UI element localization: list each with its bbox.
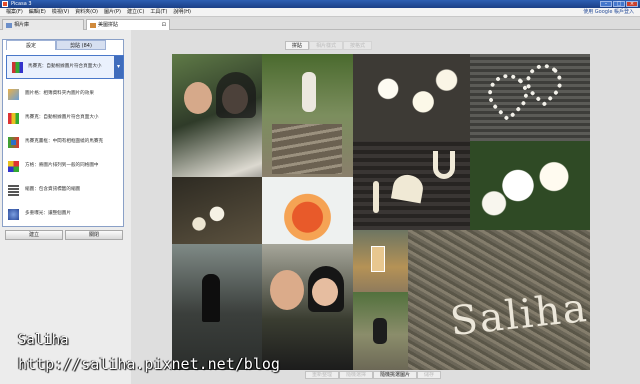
photo-jelly-bowl[interactable] [262, 177, 353, 244]
mosaic-icon [12, 62, 23, 73]
collage-type-select[interactable]: 馬賽克：自動根據圖片符合頁面大小 ▾ [6, 55, 124, 79]
tab-collage[interactable]: 美圖拼貼 ⊡ [86, 19, 170, 30]
watermark-url: http://saliha.pixnet.net/blog [18, 355, 280, 373]
tab-bar: 相片庫 美圖拼貼 ⊡ [0, 17, 640, 30]
minimize-button[interactable]: – [600, 1, 612, 7]
tab-library-label: 相片庫 [14, 22, 30, 28]
photo-white-blossoms[interactable] [470, 141, 590, 230]
option-label: 馬賽克畫框：中間有相框圍繞的馬賽克 [25, 139, 104, 144]
frame-mosaic-icon [8, 137, 19, 148]
option-frame-mosaic[interactable]: 馬賽克畫框：中間有相框圍繞的馬賽克 [8, 132, 122, 156]
collage-image: Saliha [172, 54, 590, 370]
save-button[interactable]: 儲存 [417, 371, 442, 379]
canvas-top-controls: 拼貼 相片樣式 按格式 [285, 41, 373, 50]
photo-flower-rock[interactable] [172, 177, 262, 244]
photo-drink-table[interactable] [353, 230, 408, 292]
format-button[interactable]: 按格式 [343, 41, 373, 50]
photo-stairs-sitting[interactable] [353, 292, 408, 370]
photo-style-button[interactable]: 相片樣式 [309, 41, 344, 50]
mosaic-icon [8, 113, 19, 124]
option-label: 多重曝光：讓整個圖片 [25, 211, 71, 216]
menu-create[interactable]: 建立(C) [124, 8, 147, 16]
contact-sheet-icon [8, 185, 19, 196]
photo-forest-stairs[interactable] [262, 54, 353, 177]
menu-folder[interactable]: 資料夾(O) [72, 8, 101, 16]
selected-collage-type: 馬賽克：自動根據圖片符合頁面大小 [28, 64, 102, 69]
collage-mode-button[interactable]: 拼貼 [285, 41, 310, 50]
menu-tools[interactable]: 工具(T) [147, 8, 170, 16]
collage-icon [90, 23, 96, 28]
watermark-name: Saliha [18, 332, 69, 348]
photo-cafe-seat[interactable] [172, 244, 262, 370]
tab-library[interactable]: 相片庫 [2, 19, 84, 30]
title-bar: Picasa 3 – □ × [0, 0, 640, 8]
option-mosaic[interactable]: 馬賽克：自動根據圖片符合頁面大小 [8, 108, 122, 132]
library-icon [6, 23, 12, 28]
menu-file[interactable]: 檔案(F) [3, 8, 26, 16]
option-multi-exposure[interactable]: 多重曝光：讓整個圖片 [8, 204, 122, 228]
picasa-app-icon [2, 1, 8, 7]
close-tab-icon[interactable]: ⊡ [162, 20, 166, 30]
multi-exposure-icon [8, 209, 19, 220]
menu-bar: 檔案(F) 編輯(E) 檢視(V) 資料夾(O) 圖片(P) 建立(C) 工具(… [0, 8, 640, 17]
menu-picture[interactable]: 圖片(P) [101, 8, 124, 16]
canvas-bottom-controls: 重新整理 隨機選擇 隨機挑選圖片 儲存 [305, 371, 442, 379]
tab-settings[interactable]: 設定 [6, 40, 56, 50]
close-panel-button[interactable]: 關閉 [65, 230, 123, 240]
menu-edit[interactable]: 編輯(E) [26, 8, 49, 16]
random-select-button[interactable]: 隨機選擇 [339, 371, 374, 379]
option-label: 馬賽克：自動根據圖片符合頁面大小 [25, 115, 99, 120]
grid-icon [8, 161, 19, 172]
option-label: 縮圖：包含資訊標籤的縮圖 [25, 187, 81, 192]
menu-view[interactable]: 檢視(V) [49, 8, 72, 16]
window-title: Picasa 3 [11, 1, 32, 7]
picture-pile-icon [8, 89, 19, 100]
option-picture-pile[interactable]: 圖片格：相簿資料夾內圖片的效果 [8, 84, 122, 108]
close-window-button[interactable]: × [626, 1, 638, 7]
option-label: 圖片格：相簿資料夾內圖片的效果 [25, 91, 94, 96]
refresh-button[interactable]: 重新整理 [305, 371, 340, 379]
maximize-button[interactable]: □ [613, 1, 625, 7]
photo-couple-close[interactable] [262, 244, 353, 370]
photo-flower-hearts[interactable] [470, 54, 590, 141]
option-grid[interactable]: 方格：將圖片排列到一般的同格圖中 [8, 156, 122, 180]
photo-saliha-flowers[interactable]: Saliha [408, 230, 590, 370]
option-contact-sheet[interactable]: 縮圖：包含資訊標籤的縮圖 [8, 180, 122, 204]
create-button[interactable]: 建立 [5, 230, 63, 240]
google-login-link[interactable]: 使用 Google 帳戶登入 [583, 8, 634, 17]
chevron-down-icon[interactable]: ▾ [114, 56, 123, 78]
photo-i-love-u[interactable] [353, 141, 470, 230]
collage-canvas: 拼貼 相片樣式 按格式 Saliha 重新整理 隨機選擇 隨機挑選圖片 儲存 [131, 30, 640, 384]
window-controls: – □ × [600, 1, 638, 7]
settings-box: 設定 剪貼 (84) 馬賽克：自動根據圖片符合頁面大小 ▾ 圖片格：相簿資料夾內… [2, 39, 124, 227]
menu-help[interactable]: 說明(H) [170, 8, 194, 16]
shuffle-pictures-button[interactable]: 隨機挑選圖片 [373, 371, 418, 379]
tab-clips[interactable]: 剪貼 (84) [56, 40, 106, 50]
tab-collage-label: 美圖拼貼 [98, 22, 119, 28]
option-label: 方格：將圖片排列到一般的同格圖中 [25, 163, 99, 168]
photo-tung-flowers[interactable] [353, 54, 470, 141]
collage-settings-panel: 設定 剪貼 (84) 馬賽克：自動根據圖片符合頁面大小 ▾ 圖片格：相簿資料夾內… [0, 30, 128, 384]
